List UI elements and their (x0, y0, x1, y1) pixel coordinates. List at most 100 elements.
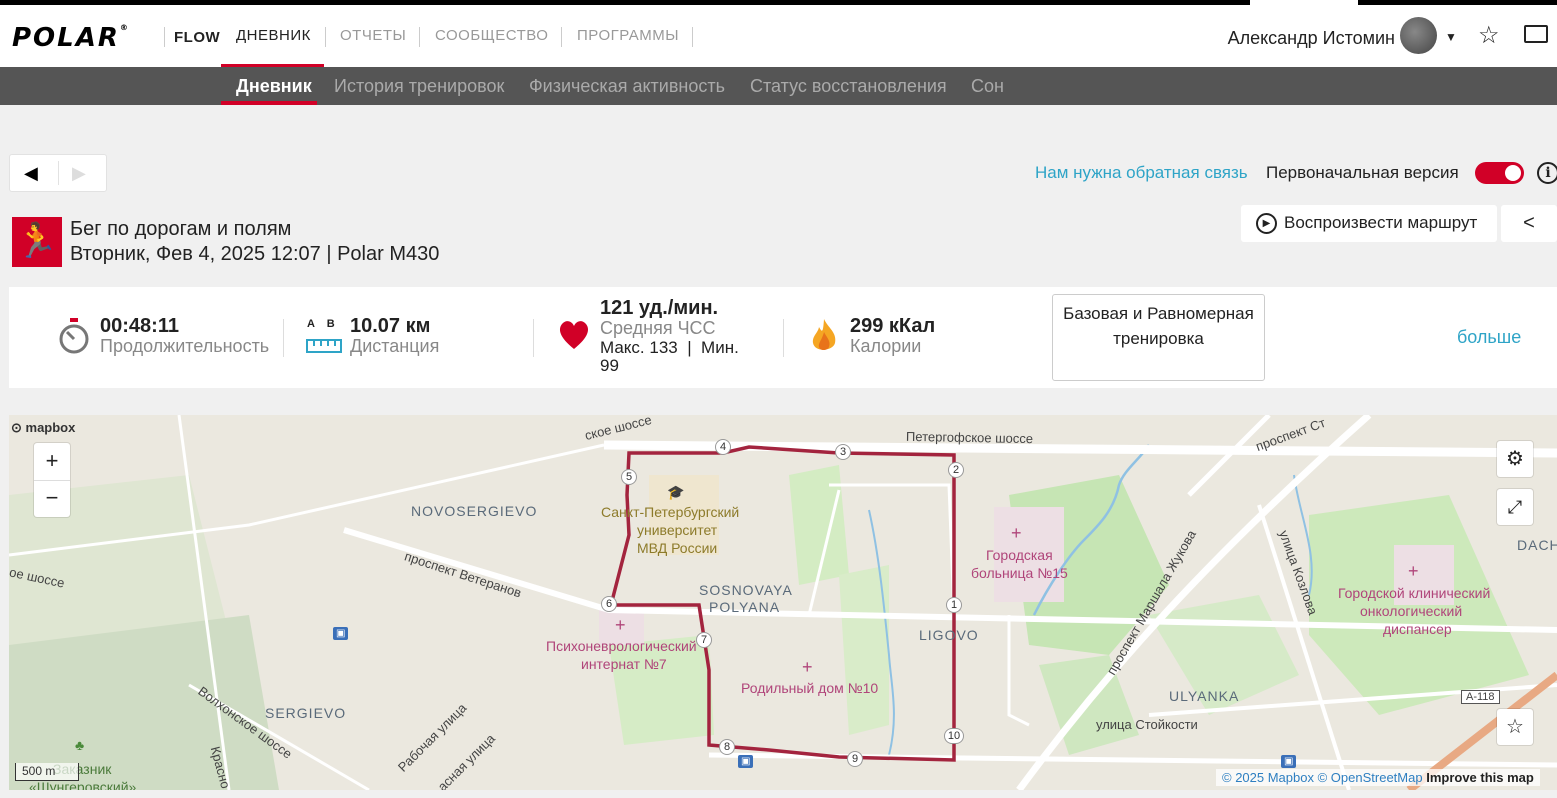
header-separator (325, 27, 326, 47)
map-scale: 500 m (15, 763, 79, 781)
nav-reports[interactable]: ОТЧЕТЫ (340, 27, 406, 44)
nav-community[interactable]: СООБЩЕСТВО (435, 27, 548, 44)
district-label: POLYANA (709, 599, 781, 615)
legacy-version-toggle[interactable] (1475, 162, 1524, 184)
prev-arrow-icon[interactable]: ◀ (24, 163, 38, 184)
header-separator (692, 27, 693, 47)
tree-icon: ♣ (75, 737, 85, 753)
subnav-active-indicator (221, 101, 317, 105)
zoom-in-button[interactable]: + (34, 443, 70, 480)
session-title: Бег по дорогам и полям (70, 218, 292, 240)
heart-rate-label: Средняя ЧСС (600, 318, 716, 338)
map-favorite-button[interactable]: ☆ (1497, 709, 1533, 745)
university-icon: 🎓 (667, 484, 685, 500)
poi-label: диспансер (1383, 621, 1452, 637)
poi-label: Санкт-Петербургский (601, 504, 740, 520)
district-label: DACHNO (1517, 537, 1557, 553)
mapbox-logo[interactable]: ⊙ mapbox (11, 420, 75, 436)
km-marker: 3 (835, 444, 851, 460)
map-attribution: © 2025 Mapbox © OpenStreetMap Improve th… (1216, 769, 1540, 786)
legacy-version-label: Первоначальная версия (1266, 163, 1459, 182)
poi-label: интернат №7 (581, 656, 667, 672)
poi-label: МВД России (637, 540, 718, 556)
km-marker: 4 (715, 439, 731, 455)
road-label: Петергофское шоссе (905, 428, 1034, 447)
distance-ab-label: A B (307, 318, 335, 330)
duration-label: Продолжительность (100, 336, 270, 356)
stat-separator (783, 319, 784, 357)
heart-rate-value: 121 уд./мин. (600, 297, 719, 319)
header-separator (419, 27, 420, 47)
star-icon[interactable]: ☆ (1478, 21, 1500, 50)
zoom-control: + − (34, 443, 70, 517)
km-marker: 5 (621, 469, 637, 485)
zoom-out-button[interactable]: − (34, 480, 70, 517)
subnav-activity[interactable]: Физическая активность (529, 76, 725, 97)
gear-icon: ⚙ (1506, 448, 1524, 470)
subnav-training-history[interactable]: История тренировок (334, 76, 504, 97)
calories-value: 299 кКал (850, 315, 936, 337)
polar-logo[interactable]: POLAR® (12, 23, 130, 53)
poi-label: Городская (986, 547, 1053, 563)
user-name[interactable]: Александр Истомин (1228, 28, 1395, 49)
hospital-icon: + (1408, 561, 1419, 581)
pager-divider (58, 161, 59, 185)
fullscreen-button[interactable]: ⤢ (1497, 489, 1533, 525)
info-icon[interactable]: i (1537, 162, 1557, 184)
district-label: LIGOVO (919, 627, 979, 643)
improve-map-link[interactable]: Improve this map (1426, 770, 1534, 785)
poi-label: Городской клинический (1338, 585, 1491, 601)
train-station-icon: ▣ (1281, 755, 1297, 768)
mapbox-attribution-link[interactable]: © 2025 Mapbox (1222, 770, 1314, 785)
road-label: улица Стойкости (1096, 717, 1198, 732)
osm-attribution-link[interactable]: © OpenStreetMap (1318, 770, 1423, 785)
toggle-knob (1505, 165, 1521, 181)
train-station-icon: ▣ (738, 755, 754, 768)
poi-label: больница №15 (971, 565, 1068, 581)
route-map[interactable]: ⊙ mapbox + − Петергофское шоссе ское шос… (9, 415, 1557, 790)
stat-separator (533, 319, 534, 357)
logo-text: POLAR (12, 23, 120, 53)
share-button[interactable]: < (1501, 205, 1557, 242)
chevron-down-icon[interactable]: ▼ (1445, 30, 1457, 44)
subnav-recovery[interactable]: Статус восстановления (750, 76, 947, 97)
highway-shield: А-118 (1461, 690, 1500, 704)
session-pager: ◀ ▶ (9, 154, 107, 192)
more-link[interactable]: больше (1457, 327, 1521, 348)
subnav-sleep[interactable]: Сон (971, 76, 1004, 97)
running-icon: 🏃 (12, 217, 62, 267)
distance-label: Дистанция (350, 336, 440, 356)
train-station-icon: ▣ (333, 627, 349, 640)
stopwatch-icon (59, 318, 89, 354)
header-separator (561, 27, 562, 47)
duration-value: 00:48:11 (100, 315, 179, 337)
avatar[interactable] (1400, 17, 1437, 54)
flow-label[interactable]: FLOW (174, 29, 220, 46)
km-marker: 1 (946, 597, 962, 613)
next-arrow-icon[interactable]: ▶ (72, 163, 86, 184)
km-marker: 8 (719, 739, 735, 755)
district-label: SERGIEVO (265, 705, 347, 721)
app-header: POLAR® FLOW ДНЕВНИК ОТЧЕТЫ СООБЩЕСТВО ПР… (0, 5, 1557, 67)
message-icon[interactable] (1524, 25, 1548, 43)
poi-label: онкологический (1360, 603, 1463, 619)
km-marker: 6 (601, 596, 617, 612)
map-canvas[interactable] (9, 415, 1557, 790)
map-settings-button[interactable]: ⚙ (1497, 441, 1533, 477)
nav-diary[interactable]: ДНЕВНИК (236, 27, 311, 44)
replay-route-label: Воспроизвести маршрут (1284, 213, 1478, 232)
expand-icon: ⤢ (1507, 497, 1523, 517)
hospital-icon: + (1011, 523, 1022, 543)
summary-stats: 00:48:11 Продолжительность A B 10.07 км … (9, 287, 1557, 388)
hospital-icon: + (802, 657, 813, 677)
poi-label: Психоневрологический (546, 638, 697, 654)
training-benefit-box: Базовая и Равномерная тренировка (1052, 294, 1265, 381)
ruler-icon (306, 339, 342, 353)
replay-route-button[interactable]: ▶ Воспроизвести маршрут (1241, 205, 1497, 242)
km-marker: 2 (948, 462, 964, 478)
share-icon: < (1523, 212, 1535, 234)
header-separator (164, 27, 165, 47)
subnav-diary[interactable]: Дневник (236, 76, 312, 97)
nav-programs[interactable]: ПРОГРАММЫ (577, 27, 679, 44)
feedback-link[interactable]: Нам нужна обратная связь (1035, 163, 1248, 183)
